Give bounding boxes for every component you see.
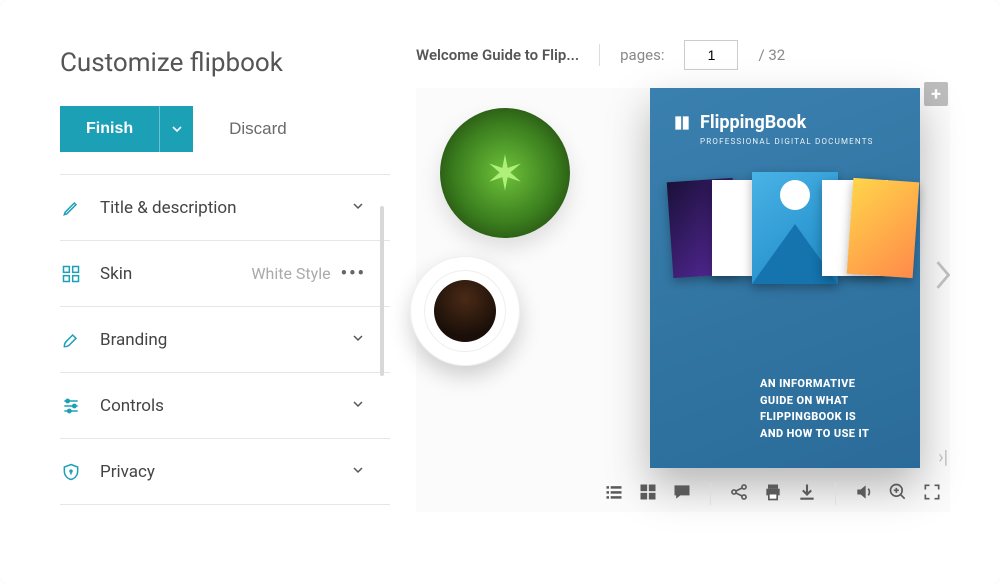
option-label: Title & description	[100, 198, 350, 218]
cover-text: AN INFORMATIVE GUIDE ON WHAT FLIPPINGBOO…	[760, 376, 869, 442]
option-skin[interactable]: Skin White Style •••	[60, 241, 390, 307]
grid-icon	[60, 263, 82, 285]
preview-header: Welcome Guide to Flip... pages: / 32	[416, 40, 976, 70]
print-icon[interactable]	[763, 482, 783, 506]
preview-panel: Welcome Guide to Flip... pages: / 32 + F…	[390, 18, 990, 574]
finish-button[interactable]: Finish	[60, 106, 159, 152]
divider	[599, 44, 600, 66]
zoom-icon[interactable]	[888, 482, 908, 506]
toc-icon[interactable]	[604, 482, 624, 506]
brand-name: FlippingBook	[700, 112, 806, 133]
option-privacy[interactable]: Privacy	[60, 439, 390, 505]
option-title-description[interactable]: Title & description	[60, 175, 390, 241]
fullscreen-icon[interactable]	[922, 482, 942, 506]
option-label: Privacy	[100, 462, 350, 482]
customize-panel: Customize flipbook Finish Discard Title …	[10, 18, 390, 574]
page-title: Customize flipbook	[60, 48, 390, 78]
chevron-down-icon	[350, 330, 366, 350]
sound-icon[interactable]	[854, 482, 874, 506]
chevron-down-icon	[350, 462, 366, 482]
option-label: Controls	[100, 396, 350, 416]
brand-subtitle: PROFESSIONAL DIGITAL DOCUMENTS	[700, 137, 898, 146]
pages-label: pages:	[620, 46, 664, 64]
download-icon[interactable]	[797, 482, 817, 506]
cover-collage	[672, 172, 898, 302]
chevron-down-icon	[350, 396, 366, 416]
divider	[710, 483, 711, 505]
document-title: Welcome Guide to Flip...	[416, 46, 579, 64]
plant-decor	[440, 108, 570, 238]
add-page-button[interactable]: +	[924, 82, 948, 106]
brand-logo: FlippingBook	[672, 112, 898, 133]
option-label: Skin	[100, 264, 251, 284]
option-branding[interactable]: Branding	[60, 307, 390, 373]
chevron-down-icon	[350, 198, 366, 218]
viewer-toolbar	[604, 482, 942, 506]
app-root: Customize flipbook Finish Discard Title …	[0, 0, 1000, 584]
discard-button[interactable]: Discard	[229, 119, 287, 139]
option-label: Branding	[100, 330, 350, 350]
flipbook-cover[interactable]: FlippingBook PROFESSIONAL DIGITAL DOCUME…	[650, 88, 920, 468]
share-icon[interactable]	[729, 482, 749, 506]
shield-icon	[60, 461, 82, 483]
page-input[interactable]	[684, 40, 738, 70]
action-row: Finish Discard	[60, 106, 390, 152]
last-page-button[interactable]: ›|	[938, 447, 948, 468]
divider	[835, 483, 836, 505]
options-list: Title & description Skin White Style •••…	[60, 174, 390, 505]
more-icon[interactable]: •••	[341, 263, 366, 284]
notes-icon[interactable]	[672, 482, 692, 506]
pencil-icon	[60, 197, 82, 219]
finish-button-group: Finish	[60, 106, 193, 152]
scrollbar[interactable]	[380, 206, 384, 376]
brush-icon	[60, 329, 82, 351]
finish-dropdown-button[interactable]	[159, 106, 193, 152]
coffee-decor	[410, 256, 520, 366]
thumbnails-icon[interactable]	[638, 482, 658, 506]
option-value: White Style	[251, 264, 330, 283]
next-page-button[interactable]	[932, 258, 954, 296]
option-controls[interactable]: Controls	[60, 373, 390, 439]
sliders-icon	[60, 395, 82, 417]
total-pages: / 32	[758, 46, 785, 64]
flipbook-canvas: + FlippingBook PROFESSIONAL DIGITAL DOCU…	[416, 88, 950, 512]
